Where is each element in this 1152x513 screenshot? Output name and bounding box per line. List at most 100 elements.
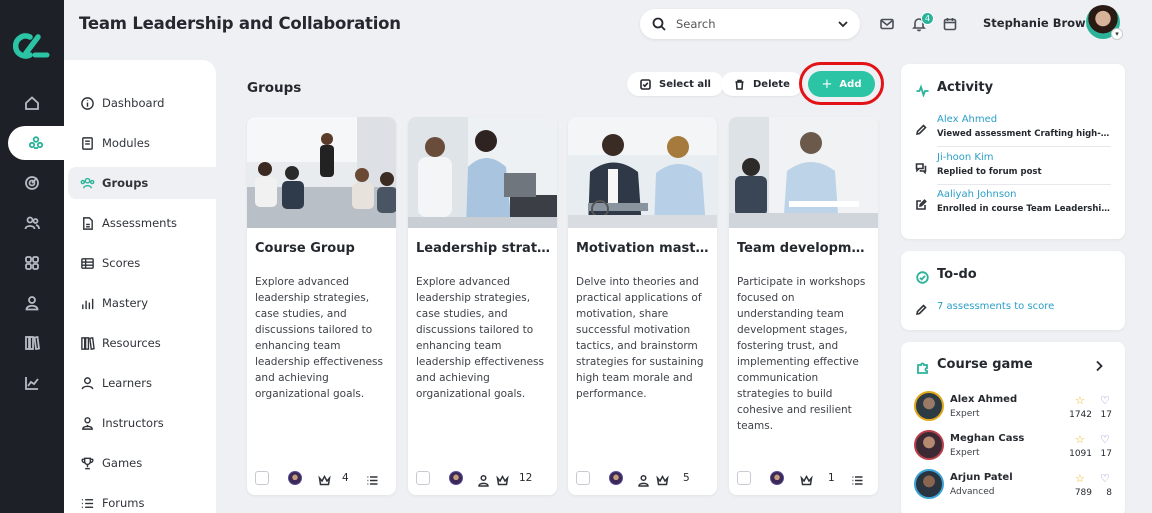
star-icon: ☆ xyxy=(1075,433,1085,446)
group-card-image xyxy=(247,117,396,228)
member-avatar xyxy=(449,471,463,485)
search-icon xyxy=(652,17,666,31)
select-all-button[interactable]: Select all xyxy=(627,72,724,96)
todo-item-link[interactable]: 7 assessments to score xyxy=(937,301,1054,312)
group-card[interactable]: Team developme… Participate in workshops… xyxy=(729,117,878,495)
rail-chart-icon[interactable] xyxy=(0,366,64,400)
select-checkbox[interactable] xyxy=(255,471,269,485)
rail-users-icon[interactable] xyxy=(0,206,64,240)
member-avatar xyxy=(609,471,623,485)
group-card[interactable]: Motivation master… Delve into theories a… xyxy=(568,117,717,495)
instructor-icon xyxy=(82,416,93,430)
list-icon[interactable] xyxy=(366,472,379,485)
calendar-icon[interactable] xyxy=(942,16,958,32)
player-avatar xyxy=(914,391,944,421)
list-icon xyxy=(81,498,94,508)
leaderboard-row[interactable]: Alex Ahmed Expert ☆ ♡ 1742 17 xyxy=(914,391,1114,425)
group-card-image xyxy=(729,117,878,228)
group-card-footer: 4 xyxy=(255,470,392,486)
heart-icon: ♡ xyxy=(1100,394,1110,407)
leaderboard-row[interactable]: Meghan Cass Expert ☆ ♡ 1091 17 xyxy=(914,430,1114,464)
group-card[interactable]: Course Group Explore advanced leadership… xyxy=(247,117,396,495)
todo-panel: To-do 7 assessments to score xyxy=(901,251,1125,330)
app-rail xyxy=(0,0,64,513)
nav-item-forums[interactable]: Forums xyxy=(68,487,216,513)
rail-home-icon[interactable] xyxy=(0,86,64,120)
rail-groups-icon[interactable] xyxy=(8,126,64,160)
group-card-title: Leadership strate… xyxy=(416,241,552,256)
star-icon: ☆ xyxy=(1075,394,1085,407)
nav-item-resources[interactable]: Resources xyxy=(68,327,216,359)
pencil-icon xyxy=(915,301,927,316)
player-points: 1091 xyxy=(1069,449,1092,459)
group-card-image xyxy=(408,117,557,228)
player-points: 789 xyxy=(1074,488,1092,498)
delete-label: Delete xyxy=(753,78,790,90)
activity-text: Viewed assessment Crafting high-p… xyxy=(937,129,1113,139)
pencil-icon xyxy=(915,121,927,136)
crown-icon xyxy=(496,472,509,485)
todo-pencil xyxy=(915,299,935,316)
nav-item-scores[interactable]: Scores xyxy=(68,247,216,279)
avatar-chevron-icon[interactable]: ▾ xyxy=(1111,28,1123,40)
nav-item-groups[interactable]: Groups xyxy=(68,167,216,199)
info-icon xyxy=(81,96,94,110)
activity-item[interactable]: Aaliyah Johnson Enrolled in course Team … xyxy=(915,189,1113,226)
group-card-title: Course Group xyxy=(255,241,355,256)
add-button[interactable]: + Add xyxy=(808,71,875,97)
check-circle-icon xyxy=(916,269,929,284)
nav-item-learners[interactable]: Learners xyxy=(68,367,216,399)
section-nav: Dashboard Modules Groups Assessments Sco… xyxy=(64,60,216,513)
group-card-description: Delve into theories and practical applic… xyxy=(576,276,704,400)
edit-icon xyxy=(915,196,927,210)
group-card-description: Explore advanced leadership strategies, … xyxy=(255,276,383,400)
nav-item-modules[interactable]: Modules xyxy=(68,127,216,159)
rail-person-icon[interactable] xyxy=(0,286,64,320)
page-title: Team Leadership and Collaboration xyxy=(79,14,401,33)
select-checkbox[interactable] xyxy=(416,471,430,485)
player-name: Alex Ahmed xyxy=(950,394,1018,405)
player-level: Expert xyxy=(950,448,980,458)
nav-item-games[interactable]: Games xyxy=(68,447,216,479)
group-card-description: Explore advanced leadership strategies, … xyxy=(416,276,544,400)
notification-badge: 4 xyxy=(921,12,934,25)
group-card[interactable]: Leadership strate… Explore advanced lead… xyxy=(408,117,557,495)
group-card-title: Motivation master… xyxy=(576,241,712,256)
nav-item-assessments[interactable]: Assessments xyxy=(68,207,216,239)
rail-library-icon[interactable] xyxy=(0,326,64,360)
book-icon xyxy=(82,136,93,150)
rail-target-icon[interactable] xyxy=(0,166,64,200)
app-logo[interactable] xyxy=(13,31,51,61)
chevron-right-icon[interactable] xyxy=(1093,360,1105,372)
puzzle-icon xyxy=(916,359,929,374)
trophy-icon xyxy=(81,457,94,469)
nav-item-dashboard[interactable]: Dashboard xyxy=(68,87,216,119)
leaderboard-row[interactable]: Arjun Patel Advanced ☆ ♡ 789 8 xyxy=(914,469,1114,503)
chevron-down-icon[interactable] xyxy=(836,17,850,31)
nav-item-label: Games xyxy=(102,456,143,470)
activity-user[interactable]: Alex Ahmed xyxy=(937,114,997,125)
member-avatar xyxy=(770,471,784,485)
nav-item-instructors[interactable]: Instructors xyxy=(68,407,216,439)
pulse-icon xyxy=(916,82,929,98)
member-count: 4 xyxy=(342,472,349,484)
nav-item-label: Resources xyxy=(102,336,161,350)
heart-icon: ♡ xyxy=(1100,433,1110,446)
activity-text: Replied to forum post xyxy=(937,167,1042,177)
select-checkbox[interactable] xyxy=(576,471,590,485)
delete-button[interactable]: Delete xyxy=(721,72,803,96)
rail-grid-icon[interactable] xyxy=(0,246,64,280)
list-icon[interactable] xyxy=(851,472,864,485)
mail-icon[interactable] xyxy=(879,16,895,32)
search-input[interactable] xyxy=(676,17,826,31)
person-icon xyxy=(477,472,490,487)
select-checkbox[interactable] xyxy=(737,471,751,485)
learner-icon xyxy=(81,376,94,389)
activity-user[interactable]: Ji-hoon Kim xyxy=(937,152,994,163)
nav-item-label: Learners xyxy=(102,376,152,390)
nav-item-mastery[interactable]: Mastery xyxy=(68,287,216,319)
nav-item-label: Dashboard xyxy=(102,96,165,110)
activity-user[interactable]: Aaliyah Johnson xyxy=(937,189,1017,200)
search-box[interactable] xyxy=(640,9,860,39)
course-game-panel: Course game Alex Ahmed Expert ☆ ♡ 1742 1… xyxy=(901,342,1125,513)
